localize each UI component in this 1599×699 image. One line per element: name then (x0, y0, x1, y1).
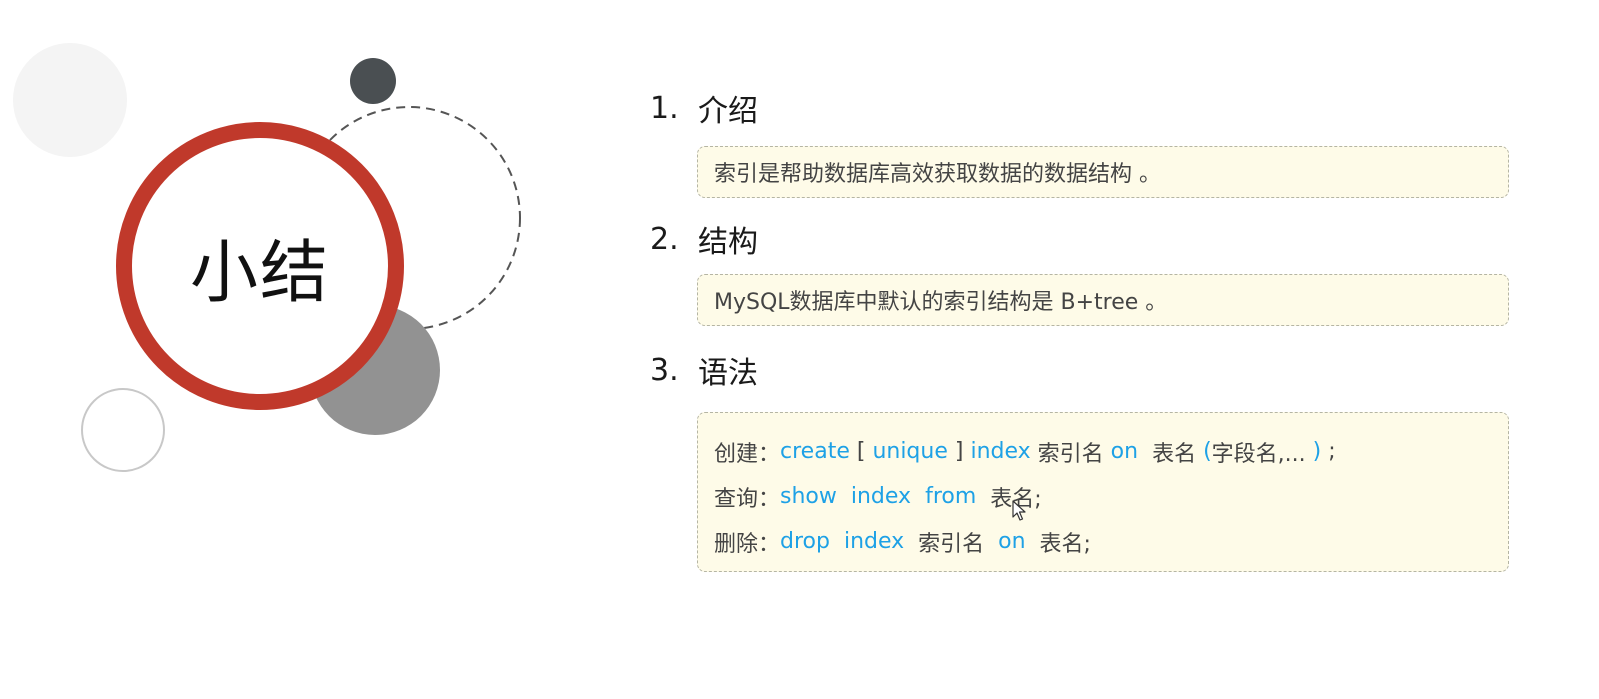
create-index-keyword: index (970, 439, 1031, 464)
section-2-title: 结构 (698, 225, 758, 260)
mouse-cursor-icon (1012, 500, 1026, 521)
create-unique-keyword: unique (872, 439, 948, 464)
section-2-box: MySQL数据库中默认的索引结构是 B+tree 。 (697, 274, 1509, 326)
create-close-bracket: ] (947, 439, 971, 464)
drop-index-keyword: index (843, 529, 905, 554)
section-2-content: MySQL数据库中默认的索引结构是 B+tree 。 (714, 290, 1168, 315)
light-gray-circle (13, 43, 127, 157)
create-open-paren: ( (1203, 439, 1212, 464)
create-keyword: create (780, 439, 850, 464)
drop-label: 删除： (714, 531, 781, 557)
show-keyword: show (780, 484, 837, 509)
create-index-name: 索引名 (1030, 441, 1111, 467)
create-field-names: 字段名,... (1211, 441, 1313, 467)
drop-on-keyword: on (998, 529, 1026, 554)
show-label: 查询： (714, 486, 781, 512)
create-label: 创建： (714, 441, 781, 467)
section-1-number: 1. (650, 90, 679, 126)
section-3-number: 3. (650, 352, 679, 388)
section-2-heading: 2. 结构 (650, 219, 758, 261)
section-2-number: 2. (650, 221, 679, 257)
create-semicolon: ; (1321, 439, 1336, 464)
section-1-heading: 1. 介绍 (650, 88, 758, 130)
slide-title: 小结 (189, 233, 330, 313)
drop-table-name: 表名; (1025, 531, 1091, 557)
section-3-title: 语法 (698, 356, 758, 391)
section-3-heading: 3. 语法 (650, 350, 758, 392)
section-1-title: 介绍 (698, 94, 758, 129)
syntax-drop-line: 删除： drop index 索引名 on 表名; (714, 519, 1492, 564)
drop-index-name: 索引名 (904, 531, 999, 557)
create-on-keyword: on (1110, 439, 1139, 464)
syntax-create-line: 创建： create [ unique ] index 索引名 on 表名 ( … (714, 429, 1492, 474)
section-1-content: 索引是帮助数据库高效获取数据的数据结构 。 (714, 162, 1161, 187)
drop-keyword: drop (780, 529, 830, 554)
syntax-box: 创建： create [ unique ] index 索引名 on 表名 ( … (697, 412, 1509, 572)
create-open-bracket: [ (849, 439, 873, 464)
create-close-paren: ) (1312, 439, 1322, 464)
show-table-name: 表名; (976, 486, 1042, 512)
dark-gray-dot (350, 58, 396, 104)
create-table-name: 表名 (1138, 441, 1204, 467)
show-index-keyword: index (850, 484, 912, 509)
show-from-keyword: from (925, 484, 977, 509)
section-1-box: 索引是帮助数据库高效获取数据的数据结构 。 (697, 146, 1509, 198)
syntax-show-line: 查询： show index from 表名; (714, 474, 1492, 519)
